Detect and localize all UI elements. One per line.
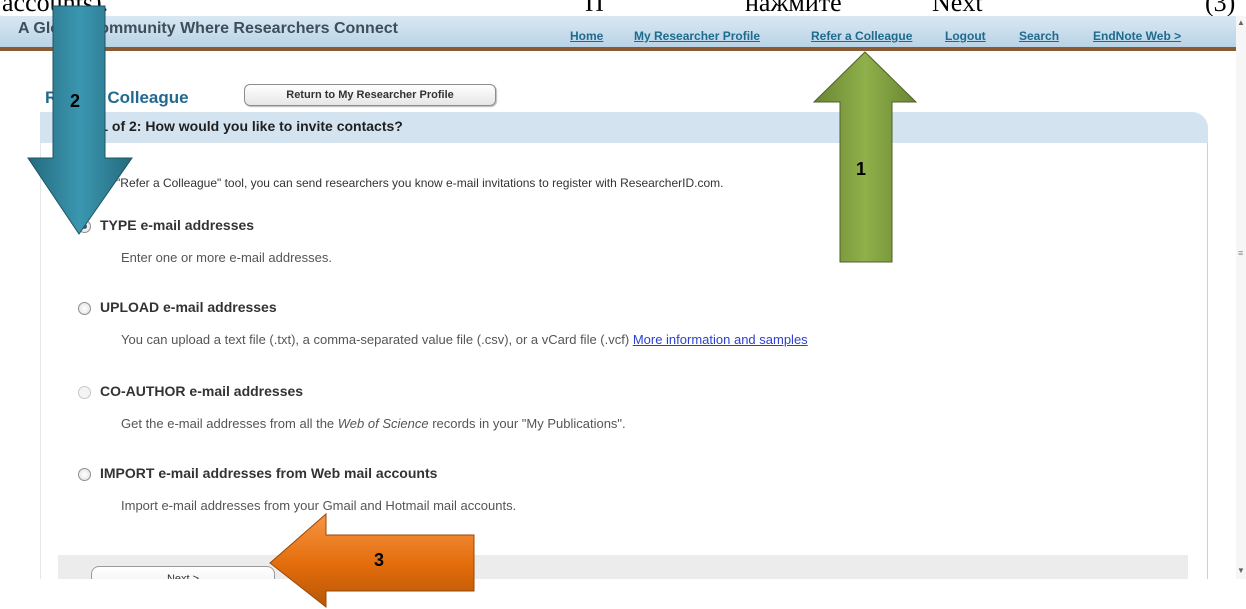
return-to-profile-button[interactable]: Return to My Researcher Profile [244,84,496,106]
browser-viewport: A Global Community Where Researchers Con… [0,16,1236,579]
nav-search[interactable]: Search [1019,29,1059,43]
nav-refer-a-colleague[interactable]: Refer a Colleague [811,29,912,43]
option-upload-desc: You can upload a text file (.txt), a com… [121,332,808,347]
blue-down-arrow-icon [27,5,133,235]
callout-number-2: 2 [70,91,81,111]
more-information-link[interactable]: More information and samples [633,332,808,347]
option-upload-label: UPLOAD e-mail addresses [100,299,277,315]
nav-my-researcher-profile[interactable]: My Researcher Profile [634,29,760,43]
option-import-label: IMPORT e-mail addresses from Web mail ac… [100,465,438,481]
content-panel [40,143,1208,579]
option-import-desc: Import e-mail addresses from your Gmail … [121,498,517,513]
callout-number-1: 1 [856,159,867,179]
nav-endnote-web[interactable]: EndNote Web > [1093,29,1181,43]
upload-desc-text: You can upload a text file (.txt), a com… [121,332,630,347]
scroll-up-icon[interactable]: ▲ [1237,18,1245,27]
orange-left-arrow-icon [269,512,475,609]
radio-coauthor-emails[interactable] [78,386,91,399]
nav-logout[interactable]: Logout [945,29,986,43]
radio-upload-emails[interactable] [78,302,91,315]
radio-import-emails[interactable] [78,468,91,481]
scroll-grip-icon[interactable]: ≡ [1238,248,1243,258]
nav-home[interactable]: Home [570,29,603,43]
intro-text: Using this "Refer a Colleague" tool, you… [60,176,724,190]
callout-number-3: 3 [374,550,385,570]
coauthor-desc-pre: Get the e-mail addresses from all the [121,416,338,431]
next-button[interactable]: Next > [91,566,275,579]
top-banner: A Global Community Where Researchers Con… [0,16,1236,51]
option-coauthor-label: CO-AUTHOR e-mail addresses [100,383,304,399]
web-of-science-text: Web of Science [337,416,429,431]
option-type-desc: Enter one or more e-mail addresses. [121,250,332,265]
coauthor-desc-post: records in your "My Publications". [428,416,626,431]
scroll-down-icon[interactable]: ▼ [1237,566,1245,575]
vertical-scrollbar[interactable]: ▲ ≡ ▼ [1236,16,1246,579]
option-coauthor-desc: Get the e-mail addresses from all the We… [121,416,626,431]
